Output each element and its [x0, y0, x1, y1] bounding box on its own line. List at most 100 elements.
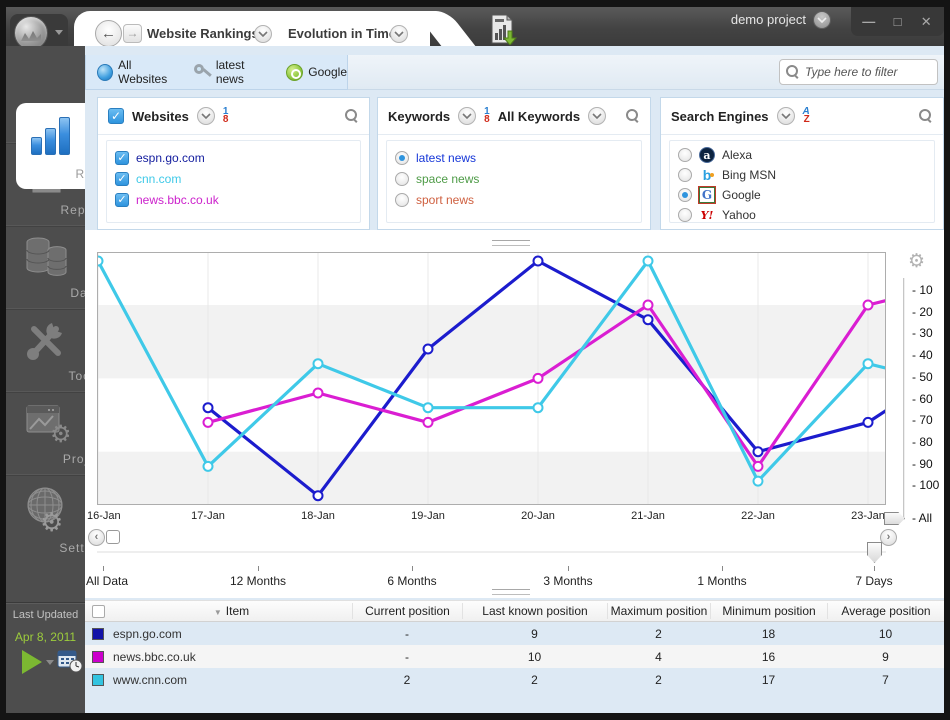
table-row[interactable]: espn.go.com-921810	[85, 622, 944, 645]
project-window-gear-icon: ⚙	[6, 402, 85, 444]
filter-search-box	[779, 59, 938, 85]
checkbox-checked-icon[interactable]: ✓	[115, 193, 129, 207]
chevron-down-icon[interactable]	[197, 107, 215, 125]
y-axis-slider-label: - 80	[912, 435, 933, 449]
last-updated-label: Last Updated	[6, 609, 85, 621]
timeline-label[interactable]: 7 Days	[855, 574, 892, 588]
menu-website-rankings[interactable]: Website Rankings	[147, 26, 259, 41]
websites-panel-title: Websites	[132, 109, 189, 124]
filter-google[interactable]: Google	[286, 64, 347, 81]
y-axis-slider-label: - 60	[912, 392, 933, 406]
search-engine-list-item[interactable]: bBing MSN	[678, 165, 926, 185]
splitter-grip-bottom[interactable]	[492, 589, 530, 595]
chevron-down-icon[interactable]	[588, 107, 606, 125]
website-list-item[interactable]: ✓ cnn.com	[115, 168, 352, 189]
websites-select-all-checkbox[interactable]: ✓	[108, 108, 124, 124]
search-engine-list-item[interactable]: Y!Yahoo	[678, 205, 926, 225]
radio-button-icon[interactable]	[395, 193, 409, 207]
keyword-label: sport news	[416, 193, 474, 207]
checkbox-checked-icon[interactable]: ✓	[115, 172, 129, 186]
close-button[interactable]: ✕	[915, 14, 937, 30]
chart-scroll-thumb[interactable]	[106, 530, 120, 544]
sidebar-item-data[interactable]: Data	[6, 225, 85, 307]
search-engine-list-item[interactable]: aAlexa	[678, 145, 926, 165]
sidebar-item-settings[interactable]: ⚙ Settings	[6, 474, 85, 562]
keyword-list-item[interactable]: space news	[395, 168, 633, 189]
website-list-item[interactable]: ✓espn.go.com	[115, 147, 352, 168]
svg-text:⚙: ⚙	[50, 420, 69, 444]
search-icon[interactable]	[626, 109, 640, 123]
column-header[interactable]: Maximum position	[608, 604, 710, 618]
column-header-label: ▼Item	[214, 604, 249, 618]
column-header[interactable]: Minimum position	[711, 604, 827, 618]
row-value-cell: -	[352, 650, 462, 664]
key-icon	[194, 63, 211, 81]
filter-all-websites[interactable]: All Websites	[97, 58, 180, 86]
search-icon[interactable]	[345, 109, 359, 123]
chart-scroll-right-button[interactable]: ›	[880, 529, 897, 546]
sidebar-item-tools[interactable]: Tools	[6, 308, 85, 390]
globe-logo-icon	[14, 16, 48, 50]
sidebar-item-project[interactable]: ⚙ Project	[6, 391, 85, 473]
timeline-label[interactable]: 12 Months	[230, 574, 286, 588]
header-checkbox-cell	[85, 605, 111, 618]
chart-scroll-left-button[interactable]: ‹	[88, 529, 105, 546]
radio-button-icon[interactable]	[395, 151, 409, 165]
back-button[interactable]: ←	[95, 20, 122, 47]
chevron-down-icon[interactable]	[777, 107, 795, 125]
bing-icon: b	[699, 167, 715, 183]
table-row[interactable]: news.bbc.co.uk-104169	[85, 645, 944, 668]
minimize-button[interactable]: —	[858, 14, 880, 29]
update-play-button[interactable]	[22, 650, 42, 674]
chart-x-axis-labels: 16-Jan17-Jan18-Jan19-Jan20-Jan21-Jan22-J…	[97, 510, 897, 524]
keywords-group-selector[interactable]: All Keywords	[498, 109, 580, 124]
checkbox-checked-icon[interactable]: ✓	[115, 151, 129, 165]
website-label: cnn.com	[136, 172, 181, 186]
search-engine-list-item[interactable]: GGoogle	[678, 185, 926, 205]
export-report-icon[interactable]	[486, 13, 518, 45]
timeline-label[interactable]: 3 Months	[543, 574, 592, 588]
radio-button-icon[interactable]	[678, 188, 692, 202]
project-dropdown-icon[interactable]	[813, 11, 831, 29]
radio-button-icon[interactable]	[678, 148, 692, 162]
filter-latest-news[interactable]: latest news	[194, 58, 272, 86]
column-header[interactable]: Average position	[828, 604, 944, 618]
column-header-item[interactable]: ▼Item	[111, 604, 352, 618]
chevron-down-icon[interactable]	[254, 25, 272, 43]
keyword-label: space news	[416, 172, 479, 186]
last-updated-date: Apr 8, 2011	[6, 630, 85, 644]
chart-settings-gear-icon[interactable]: ⚙	[908, 250, 925, 272]
scheduler-icon[interactable]	[57, 648, 83, 674]
timeline-label[interactable]: All Data	[86, 574, 128, 588]
search-icon[interactable]	[919, 109, 933, 123]
timeline-label[interactable]: 1 Months	[697, 574, 746, 588]
timeline-slider-track[interactable]	[97, 551, 886, 553]
table-row[interactable]: www.cnn.com222177	[85, 668, 944, 691]
forward-button[interactable]: →	[123, 24, 142, 43]
chevron-down-icon[interactable]	[458, 107, 476, 125]
rankings-line-chart[interactable]	[97, 252, 886, 505]
column-header[interactable]: Current position	[353, 604, 462, 618]
column-header[interactable]: Last known position	[463, 604, 607, 618]
sidebar-item-rankings-active[interactable]: Rankings	[16, 103, 85, 189]
websites-panel: ✓ Websites 1 8 ✓espn.go.com✓cnn.com✓news…	[97, 97, 370, 230]
keyword-list-item[interactable]: latest news	[395, 147, 633, 168]
chevron-down-icon[interactable]	[390, 25, 408, 43]
radio-button-icon[interactable]	[395, 172, 409, 186]
keyword-list-item[interactable]: sport news	[395, 189, 633, 210]
splitter-grip-top[interactable]	[492, 240, 530, 246]
radio-button-icon[interactable]	[678, 168, 692, 182]
y-axis-slider-track[interactable]	[903, 278, 905, 520]
play-dropdown-caret-icon[interactable]	[46, 660, 54, 665]
timeline-label[interactable]: 6 Months	[387, 574, 436, 588]
series-color-swatch	[92, 628, 104, 640]
radio-button-icon[interactable]	[678, 208, 692, 222]
menu-evolution-in-time[interactable]: Evolution in Time	[288, 26, 396, 41]
green-search-icon	[286, 64, 303, 81]
filter-search-input[interactable]	[805, 65, 923, 79]
maximize-button[interactable]: □	[887, 14, 909, 29]
website-list-item[interactable]: ✓ news.bbc.co.uk	[115, 189, 352, 210]
select-all-checkbox[interactable]	[92, 605, 105, 618]
sort-az-icon[interactable]: A Z	[803, 108, 810, 124]
website-label: news.bbc.co.uk	[136, 193, 219, 207]
